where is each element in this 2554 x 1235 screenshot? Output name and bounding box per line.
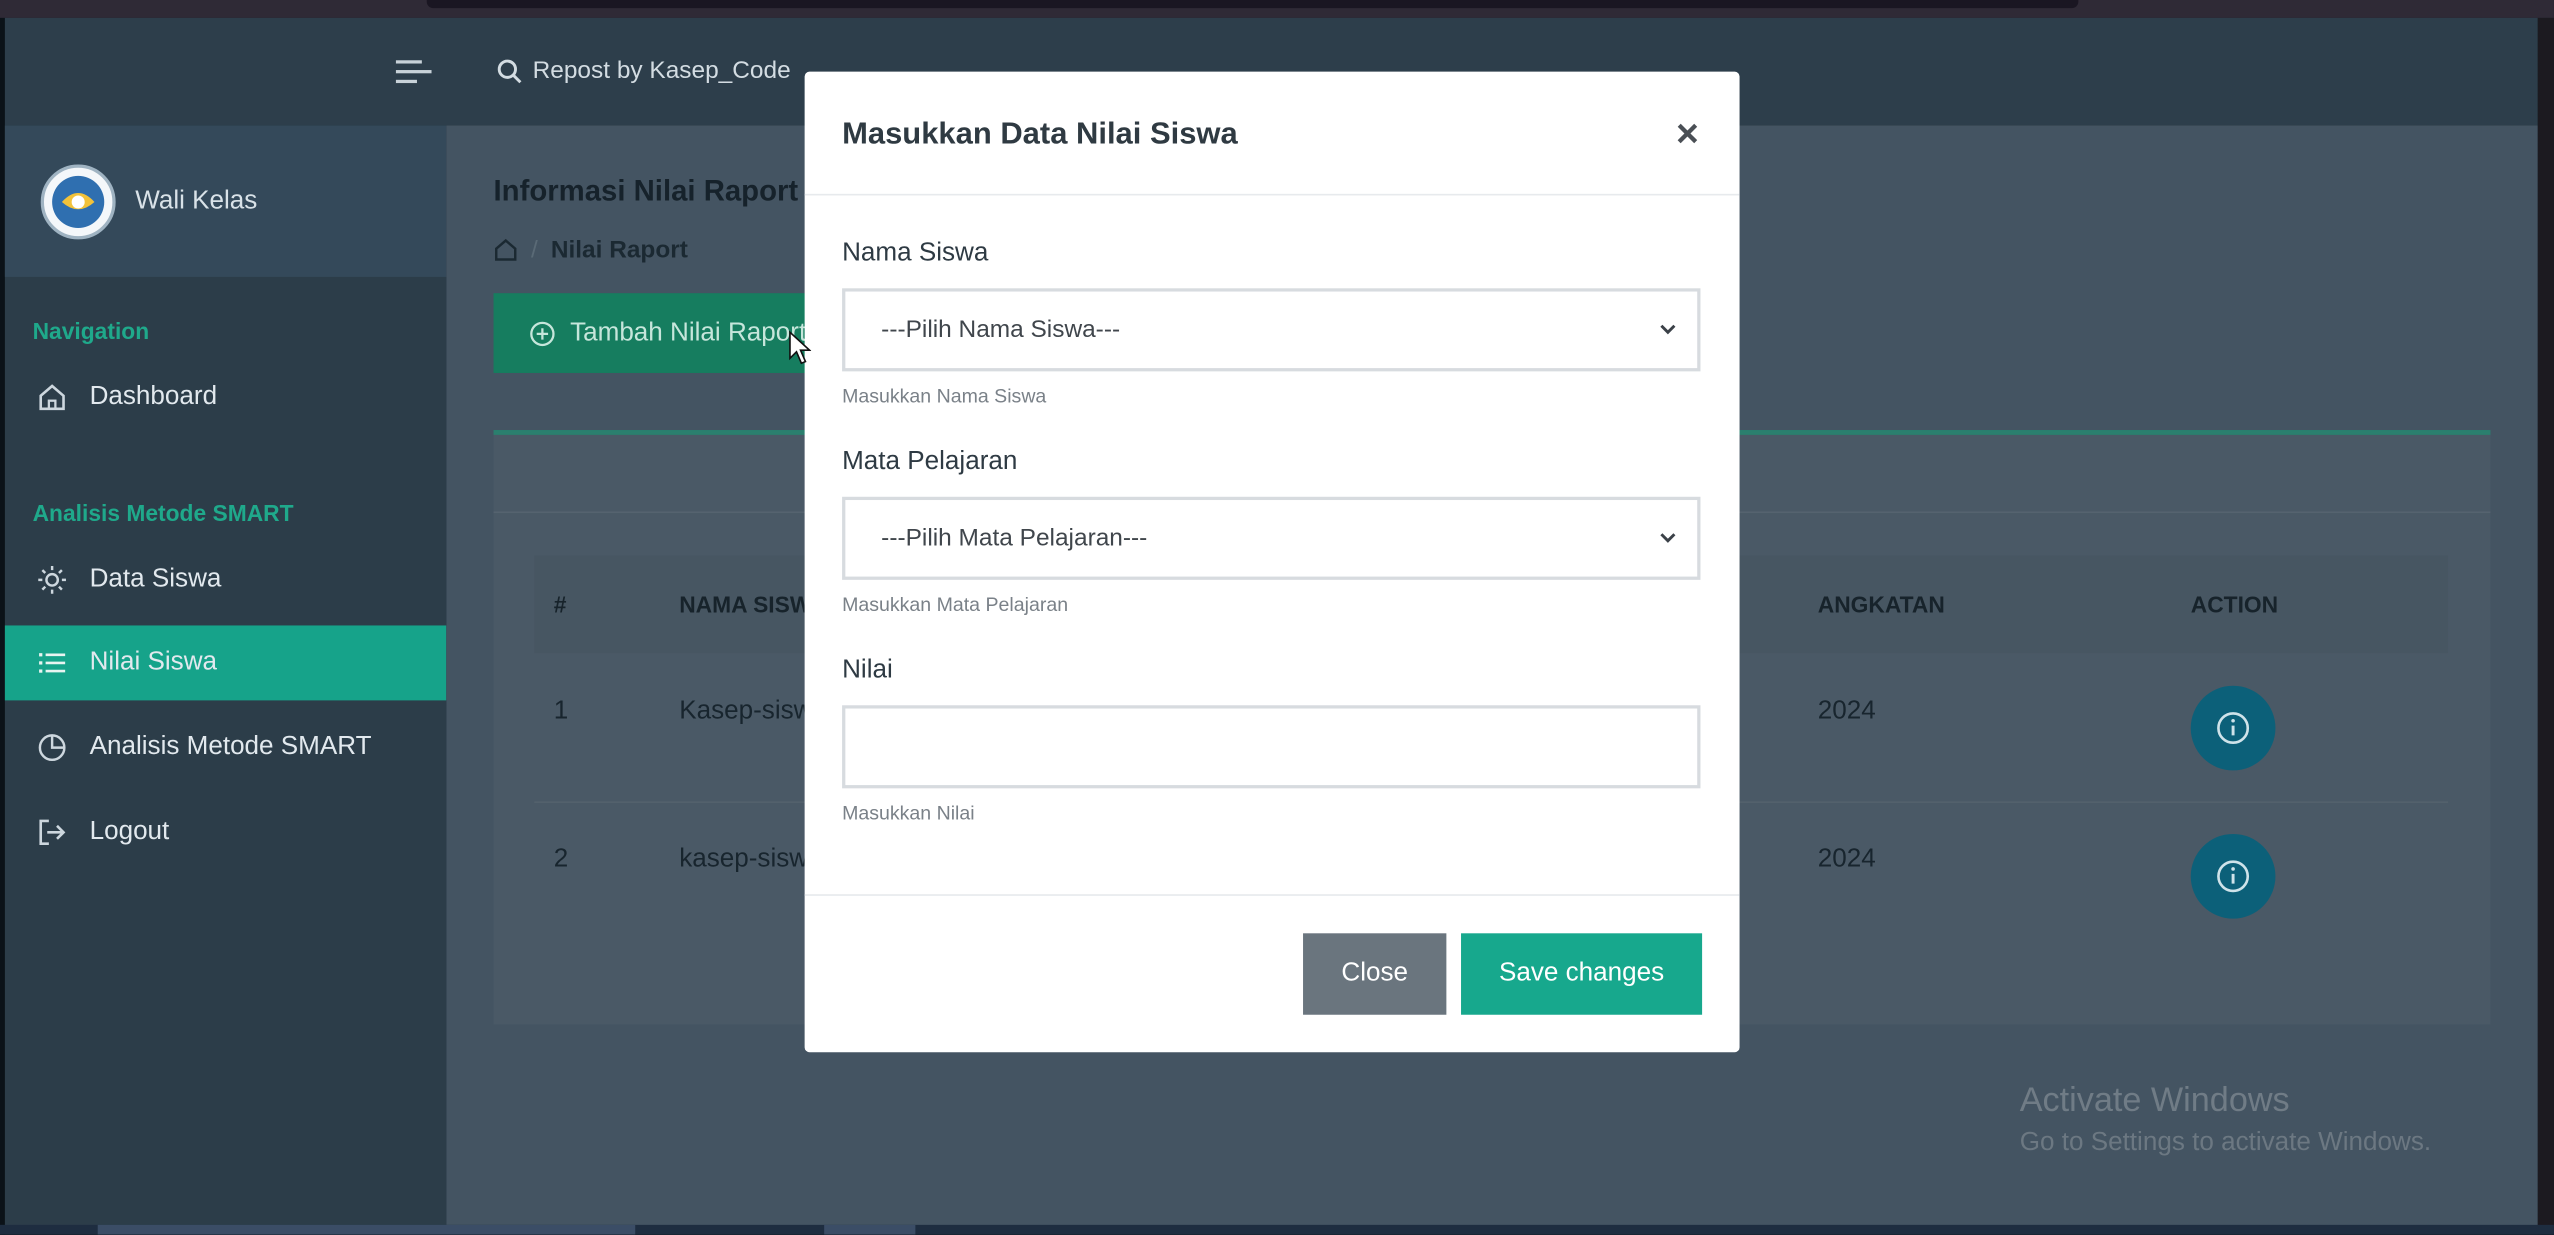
table-cell-no: 2	[553, 845, 569, 874]
nav-heading-analisis: Analisis Metode SMART	[32, 500, 294, 527]
home-icon	[39, 384, 65, 411]
mata-pelajaran-help: Masukkan Mata Pelajaran	[842, 592, 1069, 616]
sidebar-item-nilai-siswa[interactable]: Nilai Siswa	[4, 625, 447, 701]
page-title: Informasi Nilai Raport	[493, 174, 799, 207]
nama-siswa-label: Nama Siswa	[842, 239, 989, 268]
search-bar[interactable]: Repost by Kasep_Code	[497, 57, 791, 85]
menu-toggle-icon[interactable]	[395, 59, 432, 85]
windows-activation-title: Activate Windows	[2019, 1081, 2290, 1119]
modal-footer-divider	[804, 894, 1740, 896]
row-info-button[interactable]	[2190, 685, 2276, 771]
nama-siswa-selected: ---Pilih Nama Siswa---	[881, 315, 1121, 344]
right-edge	[2537, 17, 2554, 1235]
plus-circle-icon	[530, 320, 555, 346]
modal-header-divider	[804, 193, 1740, 196]
table-cell-name: kasep-siswa	[679, 845, 823, 874]
sidebar-item-analisis-smart[interactable]: Analisis Metode SMART	[5, 710, 446, 785]
save-changes-button[interactable]: Save changes	[1461, 933, 1703, 1015]
screen: Repost by Kasep_Code Wali Kelas Navigati…	[0, 0, 2554, 1235]
sidebar-item-label: Analisis Metode SMART	[89, 732, 372, 761]
table-cell-angkatan: 2024	[1817, 845, 1876, 874]
nama-siswa-help: Masukkan Nama Siswa	[842, 384, 1047, 408]
nilai-label: Nilai	[842, 656, 893, 685]
breadcrumb-current: Nilai Raport	[550, 236, 688, 264]
search-text: Repost by Kasep_Code	[532, 57, 791, 85]
add-nilai-raport-button[interactable]: Tambah Nilai Raport	[493, 293, 836, 373]
close-button[interactable]: Close	[1303, 933, 1447, 1015]
info-icon	[2217, 712, 2250, 745]
mata-pelajaran-select[interactable]: ---Pilih Mata Pelajaran---	[842, 496, 1701, 580]
sun-icon	[38, 566, 66, 594]
nilai-help: Masukkan Nilai	[842, 801, 975, 825]
sidebar-item-label: Dashboard	[89, 382, 218, 411]
mouse-cursor-icon	[789, 330, 812, 365]
table-cell-no: 1	[553, 697, 569, 725]
breadcrumb: / Nilai Raport	[494, 236, 688, 264]
sidebar-item-logout[interactable]: Logout	[5, 795, 446, 870]
sidebar-brand: Wali Kelas	[4, 125, 447, 277]
column-header-angkatan: ANGKATAN	[1817, 591, 1945, 618]
sidebar-item-data-siswa[interactable]: Data Siswa	[5, 542, 446, 617]
home-icon[interactable]	[494, 238, 518, 262]
column-header-action: ACTION	[2190, 591, 2279, 618]
nama-siswa-select[interactable]: ---Pilih Nama Siswa---	[842, 288, 1701, 372]
brand-name: Wali Kelas	[135, 187, 258, 216]
add-button-label: Tambah Nilai Raport	[570, 318, 807, 347]
modal-close-icon[interactable]: ×	[1668, 115, 1707, 155]
chevron-down-icon	[1660, 324, 1676, 335]
taskbar-segment	[824, 1224, 916, 1235]
table-cell-angkatan: 2024	[1817, 697, 1876, 725]
nav-heading-navigation: Navigation	[32, 317, 150, 344]
column-header-no: #	[553, 591, 567, 618]
browser-top-strip	[0, 0, 2554, 18]
windows-activation-subtitle: Go to Settings to activate Windows.	[2019, 1128, 2432, 1157]
sidebar-item-label: Data Siswa	[89, 565, 222, 593]
modal-title: Masukkan Data Nilai Siswa	[842, 117, 1238, 152]
breadcrumb-separator: /	[530, 236, 538, 264]
pie-chart-icon	[38, 734, 66, 762]
chevron-down-icon	[1660, 533, 1676, 543]
taskbar-strip	[0, 1224, 2554, 1235]
list-icon	[39, 653, 66, 673]
nilai-input[interactable]	[842, 705, 1701, 789]
modal-dialog: Masukkan Data Nilai Siswa × Nama Siswa -…	[804, 71, 1740, 1053]
mata-pelajaran-selected: ---Pilih Mata Pelajaran---	[881, 524, 1148, 553]
browser-bar	[426, 0, 2079, 9]
sidebar: Wali Kelas Navigation Dashboard Analisis…	[4, 125, 447, 1235]
sidebar-item-label: Nilai Siswa	[89, 648, 218, 676]
logout-icon	[39, 819, 66, 846]
sidebar-item-dashboard[interactable]: Dashboard	[5, 360, 446, 435]
info-icon	[2217, 860, 2250, 893]
search-icon	[497, 58, 522, 83]
row-info-button[interactable]	[2190, 833, 2276, 919]
school-logo-icon	[40, 164, 116, 240]
taskbar-segment	[97, 1224, 636, 1235]
mata-pelajaran-label: Mata Pelajaran	[842, 447, 1018, 476]
sidebar-item-label: Logout	[89, 817, 170, 846]
